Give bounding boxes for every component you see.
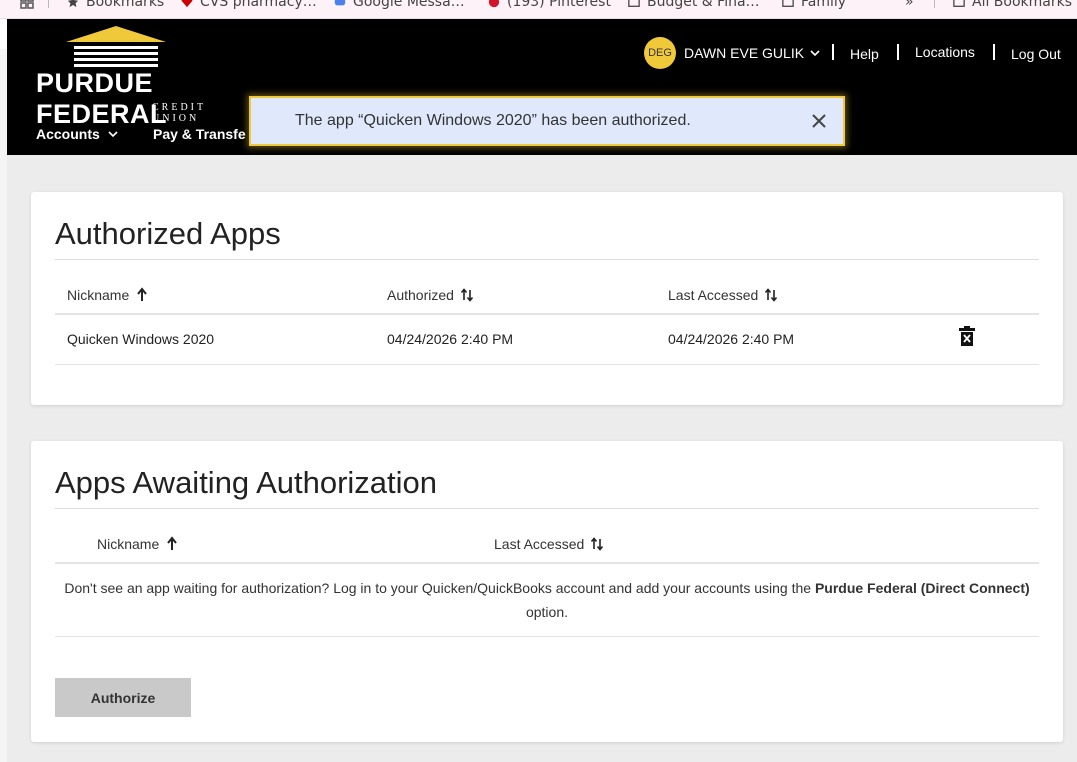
- bookmark-item[interactable]: (193) Pinterest: [487, 0, 611, 10]
- folder-icon: [953, 0, 965, 7]
- row-last-accessed: 04/24/2026 2:40 PM: [668, 331, 795, 347]
- success-toast: The app “Quicken Windows 2020” has been …: [249, 96, 845, 146]
- bookmark-label: CVS pharmacy…: [200, 0, 317, 10]
- table-header-divider: [55, 562, 1039, 564]
- logo-subtitle: CREDIT UNION: [152, 102, 206, 124]
- bookmarks-overflow-button[interactable]: »: [905, 0, 914, 10]
- logo-mark-icon: [66, 26, 166, 67]
- row-authorized: 04/24/2026 2:40 PM: [387, 331, 514, 347]
- close-icon[interactable]: [809, 111, 829, 131]
- purdue-federal-logo[interactable]: PURDUE FEDERAL CREDIT UNION: [36, 24, 256, 129]
- bookmark-label: Budget & Fina…: [647, 0, 760, 10]
- authorized-apps-title: Authorized Apps: [55, 216, 281, 251]
- sort-ascending-icon: [167, 536, 178, 550]
- nav-label: Pay & Transfe: [153, 126, 246, 142]
- header-divider: [897, 44, 899, 60]
- bookmark-item[interactable]: Family: [781, 0, 846, 10]
- divider: [55, 508, 1039, 509]
- column-header-nickname[interactable]: Nickname: [97, 536, 179, 552]
- bookmarks-separator: [934, 0, 935, 8]
- column-header-nickname[interactable]: Nickname: [67, 287, 149, 303]
- row-divider: [55, 636, 1039, 637]
- sort-icon: [460, 288, 474, 302]
- apps-grid-icon[interactable]: [20, 0, 34, 10]
- all-bookmarks-label: All Bookmarks: [972, 0, 1073, 10]
- connection-option-name: Purdue Federal (Direct Connect): [814, 580, 1030, 596]
- bookmark-label: Family: [801, 0, 847, 10]
- locations-link[interactable]: Locations: [915, 44, 975, 60]
- sort-icon: [591, 537, 604, 551]
- bookmark-item[interactable]: Google Messa…: [333, 0, 465, 10]
- divider: [55, 259, 1039, 260]
- authorize-button[interactable]: Authorize: [55, 678, 191, 717]
- bookmarks-separator: [48, 0, 49, 8]
- row-nickname: Quicken Windows 2020: [67, 331, 215, 347]
- bookmark-label: Google Messa…: [353, 0, 465, 10]
- empty-state-message: Don't see an app waiting for authorizati…: [64, 580, 1030, 620]
- avatar: DEG: [644, 37, 676, 69]
- chevron-down-icon: [108, 131, 118, 138]
- toast-message: The app “Quicken Windows 2020” has been …: [295, 112, 691, 129]
- folder-icon: [628, 0, 640, 7]
- google-messages-icon: [334, 0, 346, 6]
- bookmark-item[interactable]: CVS pharmacy…: [180, 0, 317, 10]
- bookmark-item[interactable]: Budget & Fina…: [627, 0, 760, 10]
- awaiting-apps-title: Apps Awaiting Authorization: [55, 465, 438, 500]
- column-header-last-accessed[interactable]: Last Accessed: [494, 536, 604, 552]
- row-divider: [55, 364, 1039, 365]
- bookmark-label: (193) Pinterest: [507, 0, 611, 10]
- chevron-down-icon: [810, 50, 820, 57]
- left-edge: [0, 19, 7, 762]
- cvs-heart-icon: [181, 0, 193, 8]
- table-header-divider: [55, 313, 1039, 315]
- bookmarks-bar: Bookmarks CVS pharmacy… Google Messa… (1…: [0, 0, 1077, 19]
- authorized-apps-card: Authorized Apps Nickname Authorized Last…: [31, 192, 1063, 405]
- sort-ascending-icon: [137, 287, 148, 301]
- header-divider: [832, 44, 834, 60]
- delete-icon[interactable]: [958, 326, 976, 346]
- sort-icon: [765, 288, 778, 302]
- nav-pay-transfer[interactable]: Pay & Transfe: [153, 126, 246, 142]
- nav-accounts[interactable]: Accounts: [36, 126, 118, 142]
- awaiting-apps-card: Apps Awaiting Authorization Nickname Las…: [31, 441, 1063, 742]
- bookmark-label: Bookmarks: [86, 0, 165, 10]
- column-header-last-accessed[interactable]: Last Accessed: [668, 287, 778, 303]
- folder-icon: [782, 0, 794, 7]
- nav-label: Accounts: [36, 126, 100, 142]
- bookmark-item[interactable]: Bookmarks: [66, 0, 164, 10]
- user-menu[interactable]: DEG DAWN EVE GULIK: [644, 37, 820, 69]
- user-name: DAWN EVE GULIK: [684, 45, 805, 61]
- star-icon: [67, 0, 79, 8]
- all-bookmarks-button[interactable]: All Bookmarks: [952, 0, 1072, 10]
- help-link[interactable]: Help: [850, 46, 879, 62]
- column-header-authorized[interactable]: Authorized: [387, 287, 474, 303]
- pinterest-icon: [488, 0, 500, 8]
- header-divider: [993, 44, 995, 60]
- logout-link[interactable]: Log Out: [1011, 46, 1061, 62]
